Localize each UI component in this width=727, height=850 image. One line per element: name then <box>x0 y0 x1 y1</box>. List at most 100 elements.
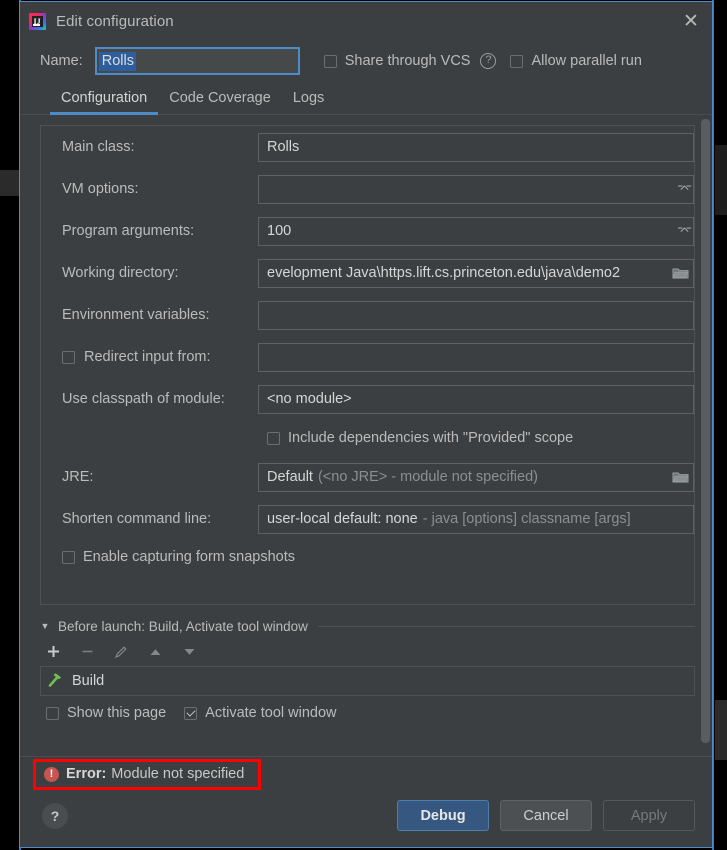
shorten-command-line-select[interactable]: user-local default: none - java [options… <box>258 504 694 534</box>
expand-field-icon[interactable]: ⌤ <box>677 224 692 238</box>
list-item-label: Build <box>72 673 105 689</box>
activate-tool-window-checkbox[interactable] <box>184 706 198 720</box>
background-strip <box>715 145 727 215</box>
background-block <box>0 414 19 432</box>
use-classpath-row: Use classpath of module: <no module> <box>41 378 694 420</box>
redirect-input-label: Redirect input from: <box>84 349 211 365</box>
name-input[interactable]: Rolls <box>94 47 300 75</box>
working-directory-label: Working directory: <box>62 265 179 281</box>
activate-tool-window-label: Activate tool window <box>205 705 337 721</box>
pencil-icon[interactable] <box>112 643 130 661</box>
add-button[interactable] <box>44 643 62 661</box>
move-down-button[interactable] <box>180 643 198 661</box>
before-launch-list[interactable]: Build <box>40 666 695 696</box>
tab-configuration[interactable]: Configuration <box>50 90 159 115</box>
working-directory-row: Working directory: evelopment Java\https… <box>41 252 694 294</box>
name-row: Name: Rolls Share through VCS ? Allow pa… <box>20 41 712 81</box>
vertical-scrollbar[interactable] <box>701 119 710 744</box>
name-label: Name: <box>40 53 83 69</box>
tab-logs[interactable]: Logs <box>282 90 335 114</box>
use-classpath-select[interactable]: <no module> <box>258 384 694 414</box>
share-vcs-group[interactable]: Share through VCS <box>323 53 471 69</box>
vm-options-row: VM options: ⌤ <box>41 168 694 210</box>
share-vcs-label: Share through VCS <box>344 53 471 69</box>
redirect-input-field[interactable] <box>258 342 694 372</box>
before-launch-header[interactable]: ▼ Before launch: Build, Activate tool wi… <box>40 615 695 637</box>
close-icon[interactable]: ✕ <box>676 9 706 35</box>
dialog-title: Edit configuration <box>56 13 174 30</box>
error-area: ! Error: Module not specified <box>20 756 712 792</box>
program-arguments-input[interactable]: 100 ⌤ <box>258 216 694 246</box>
vm-options-label: VM options: <box>62 181 139 197</box>
section-divider <box>317 625 695 627</box>
share-vcs-checkbox[interactable] <box>323 54 337 68</box>
move-up-button[interactable] <box>146 643 164 661</box>
background-block <box>0 170 19 196</box>
program-arguments-row: Program arguments: 100 ⌤ <box>41 210 694 252</box>
main-class-value: Rolls <box>267 139 300 155</box>
apply-button[interactable]: Apply <box>603 800 695 831</box>
tab-bar: Configuration Code Coverage Logs <box>20 81 712 115</box>
cancel-button[interactable]: Cancel <box>500 800 592 831</box>
expand-field-icon[interactable]: ⌤ <box>677 182 692 196</box>
jre-value: Default <box>267 469 313 485</box>
folder-icon[interactable] <box>672 267 689 280</box>
error-message: Module not specified <box>111 766 245 782</box>
jre-value-hint: (<no JRE> - module not specified) <box>317 469 538 485</box>
configuration-scroll-area: Main class: Rolls VM options: ⌤ Program … <box>20 115 712 756</box>
help-button[interactable]: ? <box>42 802 68 829</box>
intellij-idea-icon: IJ <box>29 13 46 30</box>
working-directory-value: evelopment Java\https.lift.cs.princeton.… <box>267 265 621 281</box>
folder-icon[interactable] <box>672 471 689 484</box>
vm-options-input[interactable]: ⌤ <box>258 174 694 204</box>
jre-row: JRE: Default (<no JRE> - module not spec… <box>41 456 694 498</box>
edit-configuration-dialog: IJ Edit configuration ✕ Name: Rolls Shar… <box>19 1 713 848</box>
include-dependencies-row[interactable]: Include dependencies with "Provided" sco… <box>41 420 694 456</box>
shorten-command-line-row: Shorten command line: user-local default… <box>41 498 694 540</box>
enable-snapshots-row[interactable]: Enable capturing form snapshots <box>41 540 694 574</box>
jre-select[interactable]: Default (<no JRE> - module not specified… <box>258 462 694 492</box>
use-classpath-value: <no module> <box>267 391 352 407</box>
environment-variables-label: Environment variables: <box>62 307 210 323</box>
environment-variables-input[interactable] <box>258 300 694 330</box>
shorten-command-line-hint: - java [options] classname [args] <box>422 511 631 527</box>
program-arguments-value: 100 <box>267 223 292 239</box>
include-dependencies-checkbox[interactable] <box>267 431 280 445</box>
shorten-command-line-label: Shorten command line: <box>62 511 212 527</box>
redirect-input-row: Redirect input from: <box>41 336 694 378</box>
configuration-form: Main class: Rolls VM options: ⌤ Program … <box>40 125 695 605</box>
name-input-value: Rolls <box>98 51 136 71</box>
include-dependencies-label: Include dependencies with "Provided" sco… <box>288 430 574 446</box>
tab-code-coverage[interactable]: Code Coverage <box>158 90 282 114</box>
before-launch-options: Show this page Activate tool window <box>40 696 695 730</box>
show-this-page-checkbox[interactable] <box>46 706 59 720</box>
jre-label: JRE: <box>62 469 94 485</box>
use-classpath-label: Use classpath of module: <box>62 391 225 407</box>
redirect-input-checkbox[interactable] <box>62 350 75 364</box>
main-class-row: Main class: Rolls <box>41 126 694 168</box>
error-icon: ! <box>44 766 59 782</box>
allow-parallel-run-label: Allow parallel run <box>531 53 642 69</box>
enable-snapshots-label: Enable capturing form snapshots <box>83 549 295 565</box>
chevron-down-icon[interactable]: ▼ <box>40 621 50 631</box>
background-strip <box>715 700 727 760</box>
before-launch-section: ▼ Before launch: Build, Activate tool wi… <box>40 615 695 730</box>
environment-variables-row: Environment variables: <box>41 294 694 336</box>
remove-button[interactable] <box>78 643 96 661</box>
show-this-page-label: Show this page <box>67 705 167 721</box>
scrollbar-thumb[interactable] <box>701 119 710 743</box>
question-mark-icon[interactable]: ? <box>480 53 497 69</box>
allow-parallel-run-group[interactable]: Allow parallel run <box>510 53 642 69</box>
main-class-input[interactable]: Rolls <box>258 132 694 162</box>
allow-parallel-run-checkbox[interactable] <box>510 54 524 68</box>
error-label: Error: <box>66 766 107 782</box>
before-launch-title: Before launch: Build, Activate tool wind… <box>58 618 308 634</box>
dialog-button-bar: ? Debug Cancel Apply <box>20 792 712 847</box>
enable-snapshots-checkbox[interactable] <box>62 550 75 564</box>
error-highlight-box: ! Error: Module not specified <box>33 759 262 790</box>
debug-button[interactable]: Debug <box>397 800 489 831</box>
redirect-input-label-group[interactable]: Redirect input from: <box>62 349 258 365</box>
working-directory-input[interactable]: evelopment Java\https.lift.cs.princeton.… <box>258 258 694 288</box>
shorten-command-line-value: user-local default: none <box>267 511 418 527</box>
dialog-titlebar: IJ Edit configuration ✕ <box>20 2 712 41</box>
